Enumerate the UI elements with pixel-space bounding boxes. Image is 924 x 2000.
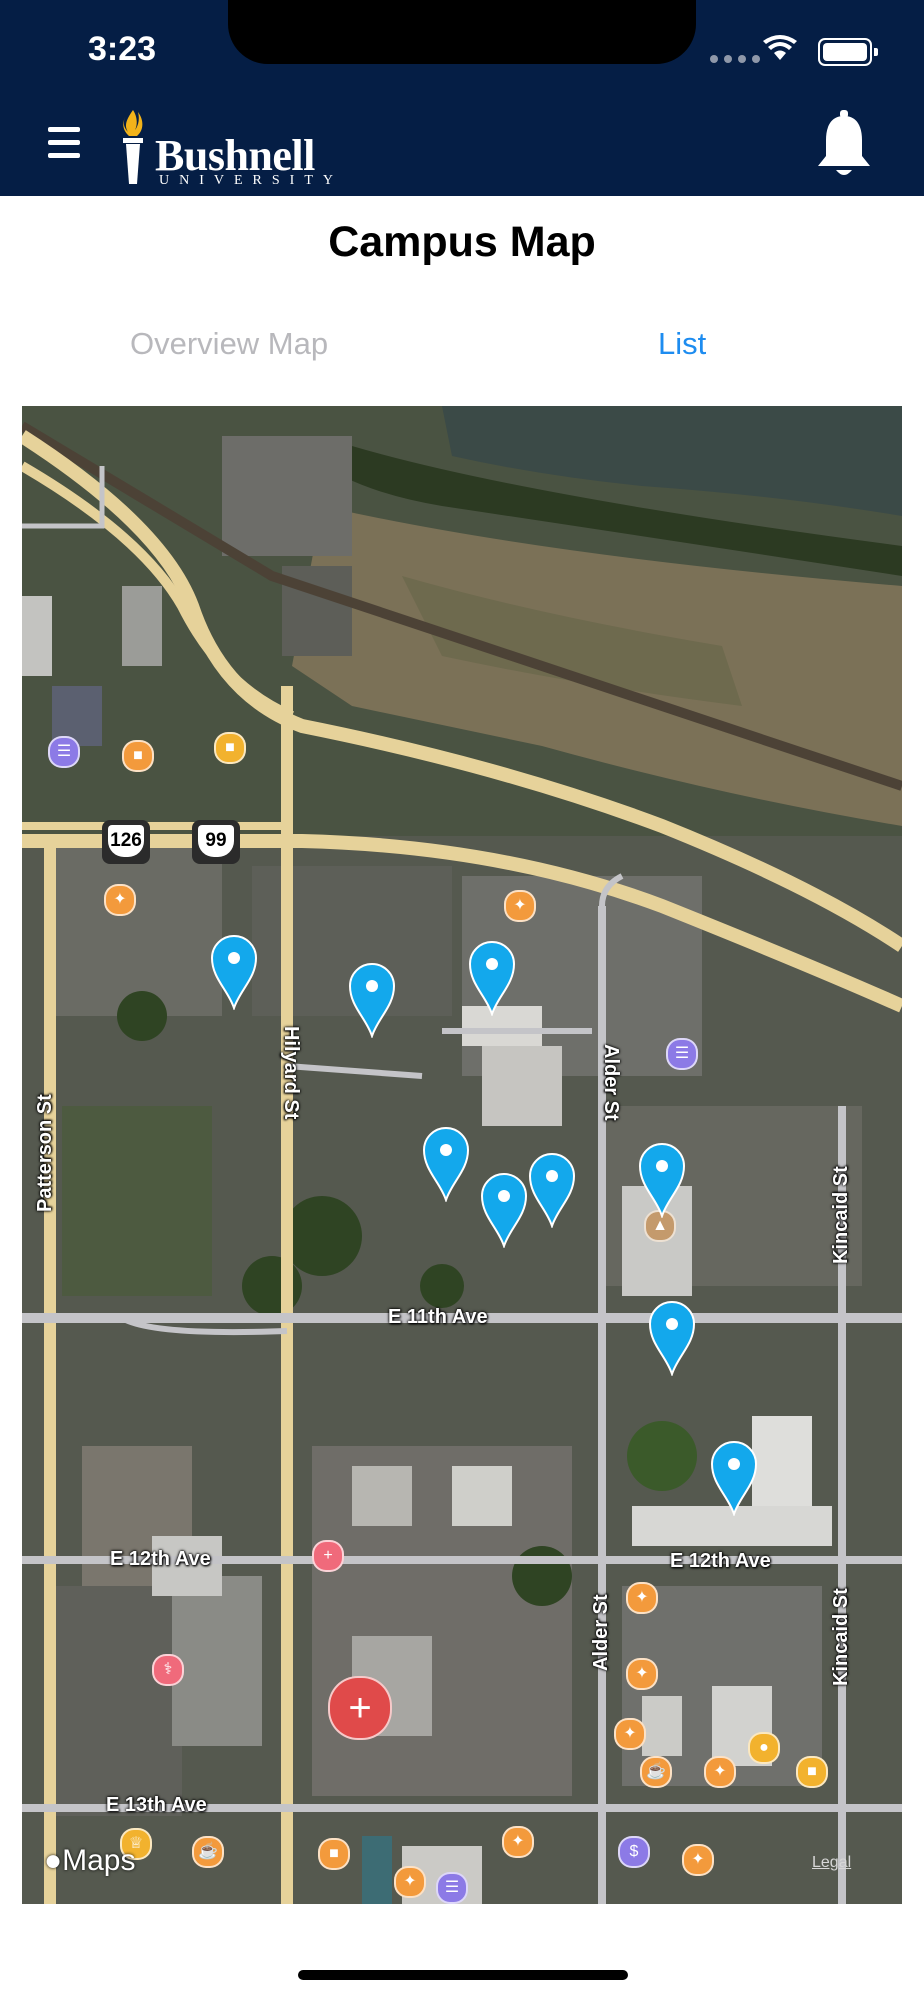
road-label-e-11th-ave: E 11th Ave xyxy=(388,1306,488,1328)
location-pin-icon[interactable] xyxy=(422,1126,470,1202)
battery-icon xyxy=(818,38,878,66)
restaurant-poi-icon[interactable]: ✦ xyxy=(504,890,536,922)
bookstore-poi-icon[interactable]: ■ xyxy=(796,1756,828,1788)
tab-overview-map[interactable]: Overview Map xyxy=(130,326,328,362)
restaurant-poi-icon[interactable]: ✦ xyxy=(682,1844,714,1876)
wifi-icon xyxy=(763,35,797,60)
location-pin-icon[interactable] xyxy=(210,934,258,1010)
app-header: 3:23 Bushnell UNIVERSITY xyxy=(0,0,924,196)
hospital-main-poi-icon[interactable]: + xyxy=(328,1676,392,1740)
hotel-poi-icon[interactable]: ☰ xyxy=(436,1872,468,1904)
restaurant-poi-icon[interactable]: ✦ xyxy=(704,1756,736,1788)
cafe-poi-icon[interactable]: ☕ xyxy=(640,1756,672,1788)
route-shield-99: 99 xyxy=(192,820,240,864)
hotel-poi-icon[interactable]: ☰ xyxy=(48,736,80,768)
location-pin-icon[interactable] xyxy=(468,940,516,1016)
restaurant-poi-icon[interactable]: ✦ xyxy=(394,1866,426,1898)
location-pin-icon[interactable] xyxy=(528,1152,576,1228)
route-shield-126: 126 xyxy=(102,820,150,864)
hospital-poi-icon[interactable]: + xyxy=(312,1540,344,1572)
location-pin-icon[interactable] xyxy=(348,962,396,1038)
legal-link[interactable]: Legal xyxy=(812,1854,851,1872)
restaurant-poi-icon[interactable]: ✦ xyxy=(614,1718,646,1750)
home-indicator[interactable] xyxy=(298,1970,628,1980)
logo-subtitle: UNIVERSITY xyxy=(159,173,343,188)
device-notch xyxy=(228,0,696,64)
bell-icon[interactable] xyxy=(814,108,874,180)
maps-attribution: ●Maps xyxy=(44,1844,135,1878)
location-pin-icon[interactable] xyxy=(710,1440,758,1516)
page-title: Campus Map xyxy=(328,218,596,266)
tab-list[interactable]: List xyxy=(658,326,706,362)
bicycle-poi-icon[interactable]: ● xyxy=(748,1732,780,1764)
restaurant-poi-icon[interactable]: ✦ xyxy=(626,1658,658,1690)
campus-map[interactable]: Patterson St Hilyard St Alder St Alder S… xyxy=(22,406,902,1904)
road-label-hilyard-st: Hilyard St xyxy=(280,1026,302,1120)
road-label-patterson-st: Patterson St xyxy=(34,1094,56,1212)
medical-poi-icon[interactable]: ⚕ xyxy=(152,1654,184,1686)
location-pin-icon[interactable] xyxy=(638,1142,686,1218)
road-label-kincaid-st-upper: Kincaid St xyxy=(830,1166,852,1264)
route-shield-99-label: 99 xyxy=(198,825,234,857)
road-label-kincaid-st-lower: Kincaid St xyxy=(830,1588,852,1686)
store-poi-icon[interactable]: ■ xyxy=(214,732,246,764)
road-label-e-13th-ave: E 13th Ave xyxy=(106,1794,207,1816)
restaurant-poi-icon[interactable]: ✦ xyxy=(626,1582,658,1614)
apple-logo-icon: ● xyxy=(44,1844,63,1877)
location-pin-icon[interactable] xyxy=(480,1172,528,1248)
shopping-poi-icon[interactable]: ■ xyxy=(318,1838,350,1870)
road-label-e-12th-ave-left: E 12th Ave xyxy=(110,1548,211,1570)
torch-icon xyxy=(123,110,143,184)
bank-poi-icon[interactable]: $ xyxy=(618,1836,650,1868)
location-pin-icon[interactable] xyxy=(648,1300,696,1376)
road-label-e-12th-ave-right: E 12th Ave xyxy=(670,1550,771,1572)
route-shield-126-label: 126 xyxy=(108,825,144,857)
road-label-alder-st-upper: Alder St xyxy=(600,1044,622,1121)
hamburger-menu-icon[interactable] xyxy=(48,127,80,166)
shopping-poi-icon[interactable]: ■ xyxy=(122,740,154,772)
cafe-poi-icon[interactable]: ☕ xyxy=(192,1836,224,1868)
road-label-alder-st-lower: Alder St xyxy=(590,1594,612,1671)
restaurant-poi-icon[interactable]: ✦ xyxy=(104,884,136,916)
cellular-signal-icon xyxy=(710,55,760,63)
maps-attribution-label: Maps xyxy=(62,1844,136,1877)
status-time: 3:23 xyxy=(88,30,157,68)
hotel-poi-icon[interactable]: ☰ xyxy=(666,1038,698,1070)
restaurant-poi-icon[interactable]: ✦ xyxy=(502,1826,534,1858)
